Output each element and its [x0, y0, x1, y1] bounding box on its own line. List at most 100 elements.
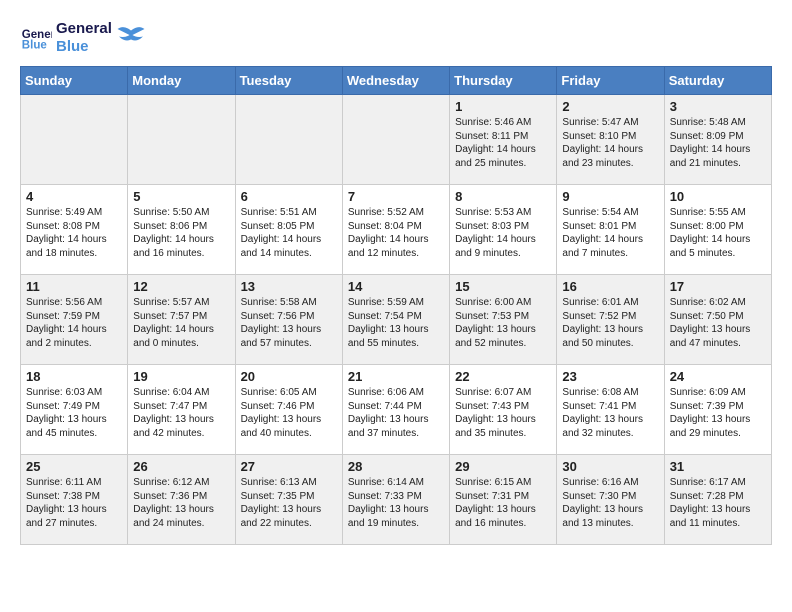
day-number: 20	[241, 369, 337, 384]
day-number: 25	[26, 459, 122, 474]
day-number: 29	[455, 459, 551, 474]
day-cell-9: 9Sunrise: 5:54 AM Sunset: 8:01 PM Daylig…	[557, 185, 664, 275]
day-cell-25: 25 Sunrise: 6:11 AM Sunset: 7:38 PM Dayli…	[21, 455, 128, 545]
day-cell-10: 10 Sunrise: 5:55 AM Sunset: 8:00 PM Dayli…	[664, 185, 771, 275]
day-header-wednesday: Wednesday	[342, 67, 449, 95]
day-cell-15: 15 Sunrise: 6:00 AM Sunset: 7:53 PM Dayli…	[450, 275, 557, 365]
day-number: 31	[670, 459, 766, 474]
day-info: Sunrise: 6:04 AM Sunset: 7:47 PM Dayligh…	[133, 386, 229, 440]
day-info: Sunrise: 5:50 AM Sunset: 8:06 PM Dayligh…	[133, 206, 229, 260]
day-number: 11	[26, 279, 122, 294]
day-info: Sunrise: 6:16 AM Sunset: 7:30 PM Dayligh…	[562, 476, 658, 530]
day-info: Sunrise: 5:58 AM Sunset: 7:56 PM Dayligh…	[241, 296, 337, 350]
logo: General Blue General Blue	[20, 20, 146, 56]
day-cell-23: 23 Sunrise: 6:08 AM Sunset: 7:41 PM Dayli…	[557, 365, 664, 455]
day-number: 27	[241, 459, 337, 474]
day-number: 5	[133, 189, 229, 204]
day-info: Sunrise: 6:05 AM Sunset: 7:46 PM Dayligh…	[241, 386, 337, 440]
day-number: 24	[670, 369, 766, 384]
day-cell-4: 4 Sunrise: 5:49 AM Sunset: 8:08 PM Daylig…	[21, 185, 128, 275]
day-number: 28	[348, 459, 444, 474]
empty-cell	[235, 95, 342, 185]
day-info: Sunrise: 5:52 AM Sunset: 8:04 PM Dayligh…	[348, 206, 444, 260]
day-cell-6: 6 Sunrise: 5:51 AM Sunset: 8:05 PM Daylig…	[235, 185, 342, 275]
day-number: 4	[26, 189, 122, 204]
day-info: Sunrise: 5:57 AM Sunset: 7:57 PM Dayligh…	[133, 296, 229, 350]
day-cell-24: 24 Sunrise: 6:09 AM Sunset: 7:39 PM Dayli…	[664, 365, 771, 455]
day-info: Sunrise: 6:11 AM Sunset: 7:38 PM Dayligh…	[26, 476, 122, 530]
day-info: Sunrise: 6:03 AM Sunset: 7:49 PM Dayligh…	[26, 386, 122, 440]
logo-bird-icon	[116, 23, 146, 53]
day-header-saturday: Saturday	[664, 67, 771, 95]
day-cell-20: 20 Sunrise: 6:05 AM Sunset: 7:46 PM Dayli…	[235, 365, 342, 455]
day-number: 15	[455, 279, 551, 294]
day-info: Sunrise: 5:46 AM Sunset: 8:11 PM Dayligh…	[455, 116, 551, 170]
day-header-tuesday: Tuesday	[235, 67, 342, 95]
logo-general-text: General	[56, 20, 112, 38]
day-cell-14: 14 Sunrise: 5:59 AM Sunset: 7:54 PM Dayli…	[342, 275, 449, 365]
day-info: Sunrise: 5:49 AM Sunset: 8:08 PM Dayligh…	[26, 206, 122, 260]
calendar-table: SundayMondayTuesdayWednesdayThursdayFrid…	[20, 66, 772, 545]
day-cell-31: 31Sunrise: 6:17 AM Sunset: 7:28 PM Dayli…	[664, 455, 771, 545]
day-cell-28: 28Sunrise: 6:14 AM Sunset: 7:33 PM Dayli…	[342, 455, 449, 545]
day-info: Sunrise: 6:00 AM Sunset: 7:53 PM Dayligh…	[455, 296, 551, 350]
day-number: 23	[562, 369, 658, 384]
logo-blue-text: Blue	[56, 38, 112, 56]
day-info: Sunrise: 5:48 AM Sunset: 8:09 PM Dayligh…	[670, 116, 766, 170]
day-number: 1	[455, 99, 551, 114]
day-cell-30: 30 Sunrise: 6:16 AM Sunset: 7:30 PM Dayli…	[557, 455, 664, 545]
day-number: 12	[133, 279, 229, 294]
day-cell-26: 26 Sunrise: 6:12 AM Sunset: 7:36 PM Dayli…	[128, 455, 235, 545]
day-cell-21: 21 Sunrise: 6:06 AM Sunset: 7:44 PM Dayli…	[342, 365, 449, 455]
day-info: Sunrise: 6:15 AM Sunset: 7:31 PM Dayligh…	[455, 476, 551, 530]
day-cell-17: 17Sunrise: 6:02 AM Sunset: 7:50 PM Dayli…	[664, 275, 771, 365]
day-info: Sunrise: 5:55 AM Sunset: 8:00 PM Dayligh…	[670, 206, 766, 260]
day-number: 3	[670, 99, 766, 114]
empty-cell	[21, 95, 128, 185]
day-cell-7: 7 Sunrise: 5:52 AM Sunset: 8:04 PM Daylig…	[342, 185, 449, 275]
day-cell-11: 11Sunrise: 5:56 AM Sunset: 7:59 PM Dayli…	[21, 275, 128, 365]
empty-cell	[342, 95, 449, 185]
day-number: 14	[348, 279, 444, 294]
day-number: 13	[241, 279, 337, 294]
day-info: Sunrise: 6:02 AM Sunset: 7:50 PM Dayligh…	[670, 296, 766, 350]
day-header-thursday: Thursday	[450, 67, 557, 95]
logo-icon: General Blue	[20, 22, 52, 54]
day-cell-19: 19 Sunrise: 6:04 AM Sunset: 7:47 PM Dayli…	[128, 365, 235, 455]
day-number: 10	[670, 189, 766, 204]
empty-cell	[128, 95, 235, 185]
day-number: 9	[562, 189, 658, 204]
day-info: Sunrise: 6:06 AM Sunset: 7:44 PM Dayligh…	[348, 386, 444, 440]
day-header-monday: Monday	[128, 67, 235, 95]
day-cell-13: 13 Sunrise: 5:58 AM Sunset: 7:56 PM Dayli…	[235, 275, 342, 365]
day-cell-27: 27 Sunrise: 6:13 AM Sunset: 7:35 PM Dayli…	[235, 455, 342, 545]
day-number: 26	[133, 459, 229, 474]
day-info: Sunrise: 5:53 AM Sunset: 8:03 PM Dayligh…	[455, 206, 551, 260]
day-info: Sunrise: 5:51 AM Sunset: 8:05 PM Dayligh…	[241, 206, 337, 260]
day-number: 18	[26, 369, 122, 384]
day-number: 30	[562, 459, 658, 474]
day-header-friday: Friday	[557, 67, 664, 95]
day-cell-5: 5 Sunrise: 5:50 AM Sunset: 8:06 PM Daylig…	[128, 185, 235, 275]
day-number: 2	[562, 99, 658, 114]
day-number: 16	[562, 279, 658, 294]
day-info: Sunrise: 6:01 AM Sunset: 7:52 PM Dayligh…	[562, 296, 658, 350]
day-cell-12: 12 Sunrise: 5:57 AM Sunset: 7:57 PM Dayli…	[128, 275, 235, 365]
day-header-sunday: Sunday	[21, 67, 128, 95]
day-number: 8	[455, 189, 551, 204]
day-number: 21	[348, 369, 444, 384]
day-number: 7	[348, 189, 444, 204]
day-info: Sunrise: 6:08 AM Sunset: 7:41 PM Dayligh…	[562, 386, 658, 440]
day-info: Sunrise: 5:59 AM Sunset: 7:54 PM Dayligh…	[348, 296, 444, 350]
day-info: Sunrise: 6:09 AM Sunset: 7:39 PM Dayligh…	[670, 386, 766, 440]
day-cell-3: 3 Sunrise: 5:48 AM Sunset: 8:09 PM Daylig…	[664, 95, 771, 185]
day-info: Sunrise: 6:12 AM Sunset: 7:36 PM Dayligh…	[133, 476, 229, 530]
day-cell-2: 2 Sunrise: 5:47 AM Sunset: 8:10 PM Daylig…	[557, 95, 664, 185]
day-info: Sunrise: 6:07 AM Sunset: 7:43 PM Dayligh…	[455, 386, 551, 440]
day-info: Sunrise: 5:47 AM Sunset: 8:10 PM Dayligh…	[562, 116, 658, 170]
day-info: Sunrise: 6:13 AM Sunset: 7:35 PM Dayligh…	[241, 476, 337, 530]
day-number: 6	[241, 189, 337, 204]
day-number: 19	[133, 369, 229, 384]
day-cell-22: 22Sunrise: 6:07 AM Sunset: 7:43 PM Dayli…	[450, 365, 557, 455]
day-cell-8: 8 Sunrise: 5:53 AM Sunset: 8:03 PM Daylig…	[450, 185, 557, 275]
